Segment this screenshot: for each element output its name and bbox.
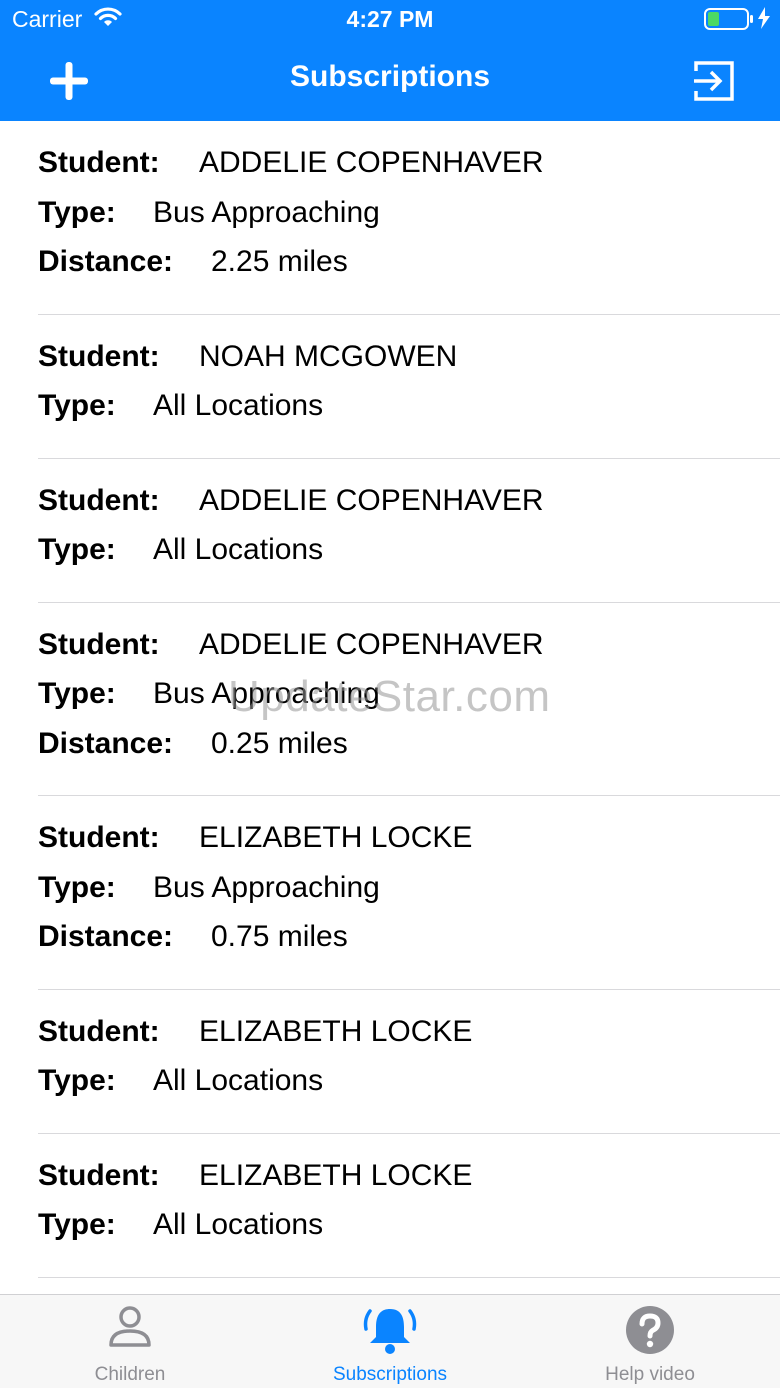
- student-value: ADDELIE COPENHAVER: [199, 627, 544, 661]
- student-value: ADDELIE COPENHAVER: [199, 146, 544, 179]
- type-value: All Locations: [153, 1208, 324, 1241]
- distance-value: 0.25 miles: [211, 726, 348, 760]
- distance-line: Distance: 2.25 miles: [38, 242, 780, 292]
- type-value: Bus Approaching: [153, 870, 380, 904]
- type-label: Type:: [38, 1208, 116, 1241]
- distance-line: Distance: 0.75 miles: [38, 917, 780, 967]
- subscription-row[interactable]: Student: ADDELIE COPENHAVER Type: Bus Appro…: [38, 121, 780, 315]
- status-bar: Carrier 4:27 PM: [0, 0, 780, 40]
- tab-label-subscriptions: Subscriptions: [332, 1364, 448, 1385]
- student-label: Student:: [38, 339, 160, 373]
- student-value: ELIZABETH LOCKE: [199, 821, 473, 854]
- student-line: Student: ADDELIE COPENHAVER: [38, 481, 780, 531]
- type-label: Type:: [38, 1064, 116, 1097]
- student-label: Student:: [38, 1158, 160, 1192]
- question-icon: [626, 1306, 674, 1354]
- student-line: Student: ADDELIE COPENHAVER: [38, 143, 780, 193]
- tab-children[interactable]: Children: [0, 1295, 260, 1388]
- tab-label-help-video: Help video: [605, 1364, 695, 1385]
- tab-bar: Children Subscriptions Help video: [0, 1294, 780, 1388]
- type-line: Type: Bus Approaching: [38, 674, 780, 724]
- type-value: Bus Approaching: [153, 677, 380, 710]
- student-value: ELIZABETH LOCKE: [199, 1158, 473, 1192]
- type-line: Type: All Locations: [38, 1061, 780, 1111]
- battery-icon: [704, 7, 754, 36]
- type-label: Type:: [38, 195, 116, 229]
- type-line: Type: All Locations: [38, 386, 780, 436]
- student-line: Student: ELIZABETH LOCKE: [38, 818, 780, 868]
- student-label: Student:: [38, 1014, 160, 1048]
- sign-in-icon: [694, 61, 734, 101]
- type-line: Type: All Locations: [38, 1205, 780, 1255]
- subscription-row[interactable]: Student: ADDELIE COPENHAVER Type: All Locat…: [38, 459, 780, 603]
- distance-line: Distance: 0.25 miles: [38, 724, 780, 774]
- clock: 4:27 PM: [346, 6, 434, 32]
- type-value: All Locations: [153, 389, 324, 422]
- student-value: ELIZABETH LOCKE: [199, 1014, 473, 1048]
- subscription-row[interactable]: Student: ELIZABETH LOCKE Type: Bus Approach…: [38, 796, 780, 990]
- student-label: Student:: [38, 627, 160, 661]
- tab-label-children: Children: [94, 1364, 166, 1385]
- type-line: Type: Bus Approaching: [38, 868, 780, 918]
- type-label: Type:: [38, 677, 116, 710]
- charging-icon: [757, 6, 771, 35]
- tab-subscriptions[interactable]: Subscriptions: [260, 1295, 520, 1388]
- distance-value: 2.25 miles: [211, 245, 348, 278]
- subscription-row[interactable]: Student: ADDELIE COPENHAVER Type: Bus Appro…: [38, 603, 780, 796]
- distance-label: Distance:: [38, 726, 174, 760]
- student-label: Student:: [38, 821, 160, 854]
- subscription-row[interactable]: Student: NOAH MCGOWEN Type: All Locations: [38, 315, 780, 459]
- type-line: Type: All Locations: [38, 530, 780, 580]
- app-header: Carrier 4:27 PM Subscriptions: [0, 0, 780, 121]
- navigation-bar: Subscriptions: [0, 40, 780, 121]
- student-label: Student:: [38, 483, 160, 517]
- type-label: Type:: [38, 870, 116, 904]
- distance-label: Distance:: [38, 920, 174, 953]
- bell-icon: [363, 1309, 417, 1354]
- type-value: Bus Approaching: [153, 195, 380, 229]
- type-value: All Locations: [153, 533, 324, 566]
- student-line: Student: ELIZABETH LOCKE: [38, 1156, 780, 1206]
- person-icon: [109, 1306, 151, 1347]
- student-value: NOAH MCGOWEN: [199, 339, 458, 373]
- student-value: ADDELIE COPENHAVER: [199, 483, 544, 517]
- logout-button[interactable]: [690, 57, 738, 105]
- type-label: Type:: [38, 389, 116, 422]
- subscription-row[interactable]: Student: ELIZABETH LOCKE Type: All Location…: [38, 990, 780, 1134]
- student-label: Student:: [38, 146, 160, 179]
- page-title: Subscriptions: [289, 60, 491, 93]
- student-line: Student: ELIZABETH LOCKE: [38, 1012, 780, 1062]
- type-label: Type:: [38, 533, 116, 566]
- distance-label: Distance:: [38, 245, 174, 278]
- subscription-row[interactable]: Student: ELIZABETH LOCKE Type: All Location…: [38, 1134, 780, 1278]
- distance-value: 0.75 miles: [211, 920, 348, 953]
- student-line: Student: NOAH MCGOWEN: [38, 337, 780, 387]
- type-line: Type: Bus Approaching: [38, 193, 780, 243]
- subscription-list: Student: ADDELIE COPENHAVER Type: Bus Appro…: [0, 121, 780, 1278]
- student-line: Student: ADDELIE COPENHAVER: [38, 625, 780, 675]
- tab-help-video[interactable]: Help video: [520, 1295, 780, 1388]
- type-value: All Locations: [153, 1064, 324, 1097]
